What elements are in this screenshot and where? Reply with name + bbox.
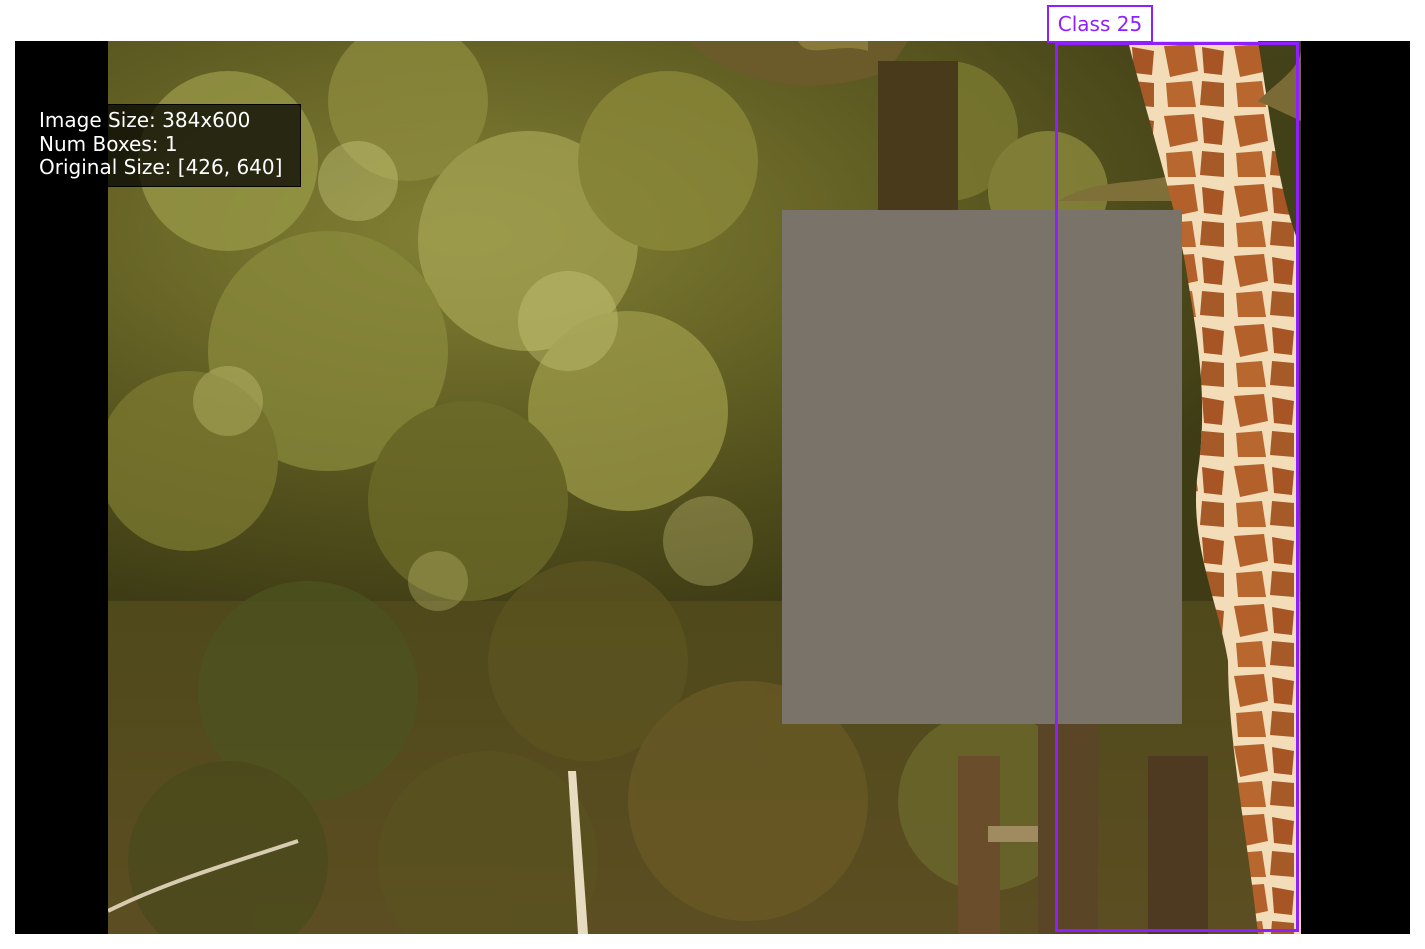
original-size-text: Original Size: [426, 640]	[39, 155, 283, 179]
num-boxes-text: Num Boxes: 1	[39, 132, 178, 156]
bounding-box	[1055, 42, 1299, 932]
bounding-box-label: Class 25	[1047, 5, 1153, 43]
image-size-text: Image Size: 384x600	[39, 108, 251, 132]
